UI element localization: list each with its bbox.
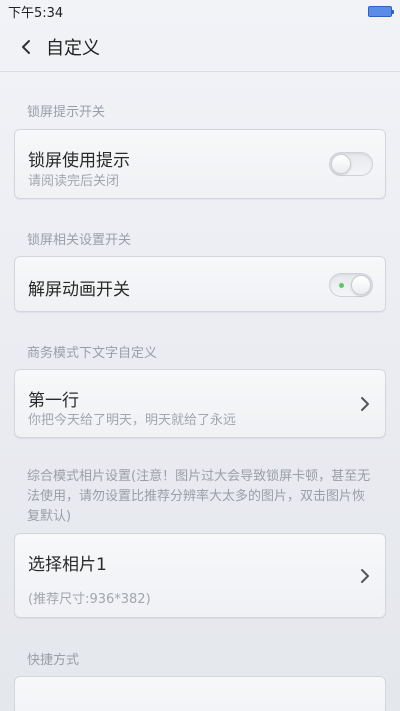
lock-hint-title: 锁屏使用提示 [28,151,130,171]
title-bar: 自定义 [0,22,400,72]
chevron-right-icon [359,568,371,584]
first-line-title: 第一行 [28,391,79,411]
unlock-animation-toggle[interactable] [329,273,373,297]
toggle-on-indicator-icon [339,283,344,288]
status-bar: 下午5:34 [0,0,400,22]
select-photo-title: 选择相片1 [28,555,107,575]
section-label-lock-hint: 锁屏提示开关 [27,105,106,120]
back-arrow-icon[interactable] [16,37,36,57]
toggle-knob [331,154,351,174]
status-time: 下午5:34 [8,5,64,21]
chevron-right-icon [359,396,371,412]
unlock-animation-title: 解屏动画开关 [28,280,130,300]
section-label-business-text: 商务模式下文字自定义 [27,346,158,361]
section-label-lock-settings: 锁屏相关设置开关 [27,233,132,248]
section-label-shortcut: 快捷方式 [27,653,80,668]
select-photo-card[interactable]: 选择相片1 (推荐尺寸:936*382) [14,533,386,618]
unlock-animation-card[interactable]: 解屏动画开关 [14,256,386,312]
first-line-card[interactable]: 第一行 你把今天给了明天，明天就给了永远 [14,369,386,438]
lock-hint-card[interactable]: 锁屏使用提示 请阅读完后关闭 [14,129,386,199]
lock-hint-toggle[interactable] [329,152,373,176]
first-line-subtitle: 你把今天给了明天，明天就给了永远 [28,413,237,428]
select-photo-subtitle: (推荐尺寸:936*382) [28,592,151,607]
battery-icon [368,5,394,17]
page-title: 自定义 [46,37,100,59]
toggle-knob [351,275,371,295]
photo-settings-note: 综合模式相片设置(注意！图片过大会导致锁屏卡顿，甚至无法使用，请勿设置比推荐分辨… [27,469,371,524]
shortcut-card[interactable] [14,676,386,711]
lock-hint-subtitle: 请阅读完后关闭 [28,174,120,189]
